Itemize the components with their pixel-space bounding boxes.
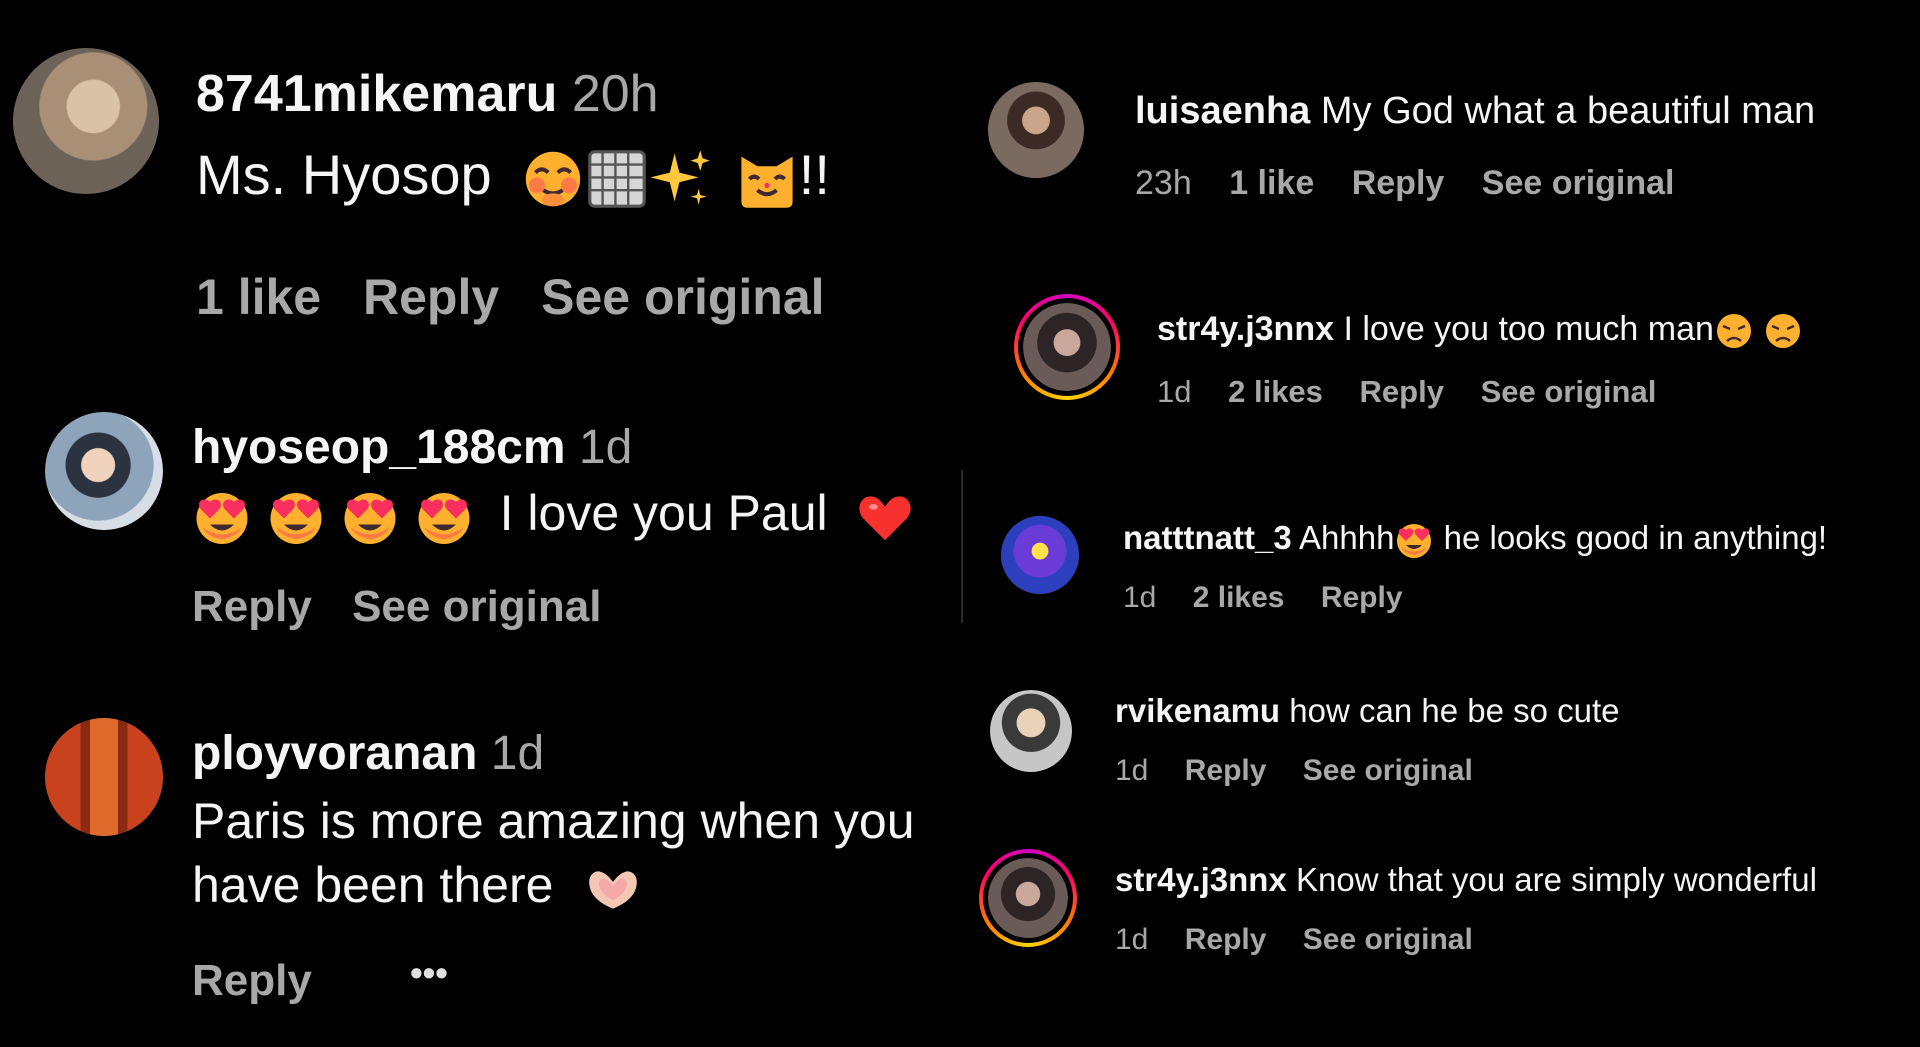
username[interactable]: hyoseop_188cm [192, 421, 566, 474]
weary-face-icon [1714, 311, 1754, 351]
reply-button[interactable]: Reply [1185, 754, 1267, 787]
comment-header: ployvoranan 1d [192, 726, 544, 781]
comment-body: have been there [192, 857, 554, 913]
comment-actions: 1d Reply See original [1115, 754, 1501, 788]
see-original-button[interactable]: See original [352, 582, 601, 631]
reply-button[interactable]: Reply [1352, 164, 1445, 202]
comment-actions: 1d 2 likes Reply See original [1157, 374, 1684, 410]
avatar[interactable] [45, 718, 163, 836]
likes-count[interactable]: 1 like [1229, 164, 1314, 202]
comment-actions: 23h 1 like Reply See original [1135, 164, 1703, 203]
story-ring-avatar[interactable] [979, 849, 1077, 947]
comment-line: natttnatt_3 Ahhhh he looks good in anyth… [1123, 519, 1827, 560]
see-original-button[interactable]: See original [1481, 374, 1657, 409]
comment-body: Ms. Hyosop [196, 143, 492, 206]
heart-eyes-icon [414, 487, 474, 547]
timestamp: 1d [1115, 754, 1149, 787]
comment-item: 8741mikemaru 20h Ms. Hyosop !! 1 like Re… [0, 0, 950, 330]
blushing-face-icon [521, 147, 585, 211]
username[interactable]: ployvoranan [192, 727, 477, 780]
see-original-button[interactable]: See original [541, 269, 824, 325]
comment-item: rvikenamu how can he be so cute 1d Reply… [980, 680, 1920, 810]
comment-suffix: !! [798, 143, 830, 206]
comment-actions: 1d 2 likes Reply [1123, 581, 1431, 615]
heart-eyes-icon [192, 487, 252, 547]
comment-text-line2: have been there [192, 856, 641, 917]
avatar[interactable] [990, 690, 1072, 772]
weary-face-icon [1763, 311, 1803, 351]
comment-actions: Reply See original [192, 582, 629, 632]
thread-divider [961, 470, 963, 623]
comment-body-cont: he looks good in anything! [1443, 519, 1828, 556]
comment-body: I love you Paul [499, 485, 828, 541]
see-original-button[interactable]: See original [1303, 923, 1473, 956]
comment-actions: Reply ••• [192, 952, 476, 1006]
comment-line: str4y.j3nnx Know that you are simply won… [1115, 861, 1817, 899]
timestamp: 1d [1115, 923, 1149, 956]
likes-count[interactable]: 2 likes [1193, 581, 1285, 614]
comment-actions: 1d Reply See original [1115, 923, 1501, 957]
timestamp: 1d [1157, 374, 1192, 409]
heart-eyes-icon [340, 487, 400, 547]
comment-item: ployvoranan 1d Paris is more amazing whe… [0, 700, 950, 1030]
comment-item: hyoseop_188cm 1d I love you Paul Reply S… [0, 400, 950, 640]
username[interactable]: str4y.j3nnx [1157, 310, 1334, 348]
timestamp: 20h [571, 65, 659, 123]
comment-actions: 1 like Reply See original [196, 268, 853, 326]
comment-item: natttnatt_3 Ahhhh he looks good in anyth… [990, 505, 1920, 635]
avatar[interactable] [13, 48, 159, 194]
timestamp: 1d [490, 727, 545, 780]
reply-button[interactable]: Reply [192, 582, 312, 631]
comment-body: Ahhhh [1299, 519, 1395, 556]
timestamp: 1d [1123, 581, 1157, 614]
timestamp: 23h [1135, 164, 1192, 202]
sparkles-icon [649, 147, 713, 211]
reply-button[interactable]: Reply [1321, 581, 1403, 614]
heart-eyes-icon [266, 487, 326, 547]
username[interactable]: natttnatt_3 [1123, 519, 1292, 556]
likes-count[interactable]: 1 like [196, 269, 321, 325]
comment-body: how can he be so cute [1289, 692, 1620, 729]
grid-symbol-icon [585, 147, 649, 211]
avatar[interactable] [1001, 516, 1079, 594]
comment-line: str4y.j3nnx I love you too much man [1157, 310, 1803, 351]
red-heart-icon [856, 488, 914, 546]
username[interactable]: 8741mikemaru [196, 65, 557, 123]
comment-text-line1: Paris is more amazing when you [192, 793, 915, 849]
reply-button[interactable]: Reply [192, 956, 312, 1005]
avatar[interactable] [45, 412, 163, 530]
comment-line: rvikenamu how can he be so cute [1115, 692, 1620, 730]
comment-item: str4y.j3nnx Know that you are simply won… [975, 845, 1920, 985]
comment-item: str4y.j3nnx I love you too much man 1d 2… [1000, 290, 1920, 420]
username[interactable]: luisaenha [1135, 90, 1310, 132]
reply-button[interactable]: Reply [1185, 923, 1267, 956]
comment-header: 8741mikemaru 20h [196, 64, 659, 124]
comment-body: My God what a beautiful man [1320, 90, 1816, 132]
heart-hands-icon [585, 861, 641, 917]
comment-body: I love you too much man [1343, 310, 1714, 348]
avatar[interactable] [988, 82, 1084, 178]
username[interactable]: str4y.j3nnx [1115, 861, 1287, 898]
comment-header: hyoseop_188cm 1d [192, 420, 632, 475]
username[interactable]: rvikenamu [1115, 692, 1280, 729]
reply-button[interactable]: Reply [1360, 374, 1444, 409]
see-original-button[interactable]: See original [1303, 754, 1473, 787]
timestamp: 1d [578, 421, 633, 474]
see-original-button[interactable]: See original [1482, 164, 1675, 202]
story-ring-avatar[interactable] [1014, 294, 1120, 400]
comment-text: I love you Paul [192, 484, 914, 547]
comment-body: Know that you are simply wonderful [1295, 861, 1817, 898]
cat-face-icon [735, 147, 799, 211]
reply-button[interactable]: Reply [363, 269, 499, 325]
comment-item: luisaenha My God what a beautiful man 23… [980, 70, 1920, 220]
comment-text: Ms. Hyosop !! [196, 142, 830, 211]
more-options-icon[interactable]: ••• [410, 952, 448, 993]
comment-line: luisaenha My God what a beautiful man [1135, 90, 1815, 133]
heart-eyes-icon [1394, 520, 1434, 560]
likes-count[interactable]: 2 likes [1228, 374, 1323, 409]
